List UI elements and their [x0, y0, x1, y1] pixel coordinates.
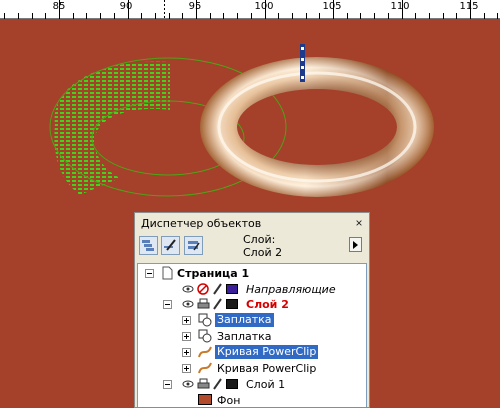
ruler-label-95: 95 — [188, 1, 202, 12]
layer1-label: Слой 1 — [246, 378, 286, 391]
docker-title: Диспетчер объектов — [141, 217, 262, 230]
pencil-icon[interactable] — [212, 298, 222, 310]
layers-properties-icon — [142, 240, 154, 251]
printer-icon[interactable] — [197, 378, 210, 390]
group-object-icon — [198, 329, 212, 343]
layer-manager-view-button[interactable] — [184, 236, 203, 255]
current-layer-name: Слой 2 — [243, 246, 283, 259]
expand-icon[interactable] — [182, 332, 191, 341]
tree-row-powerclip[interactable]: Кривая PowerClip — [138, 360, 366, 376]
tree-row-guides[interactable]: Направляющие — [138, 281, 366, 297]
guides-label: Направляющие — [246, 283, 336, 296]
background-color-swatch — [198, 394, 212, 405]
powerclip-label: Кривая PowerClip — [217, 362, 317, 375]
page-icon — [162, 266, 173, 280]
page-label: Страница 1 — [177, 267, 250, 280]
group-object-icon — [198, 313, 212, 327]
docker-menu-arrow-button[interactable] — [349, 237, 362, 252]
collapse-icon[interactable] — [163, 380, 172, 389]
horizontal-ruler[interactable]: 85 90 95 100 105 110 115 — [0, 0, 500, 19]
layer2-color-swatch — [226, 299, 238, 309]
copper-ring[interactable] — [200, 57, 434, 197]
ruler-label-85: 85 — [52, 1, 66, 12]
tree-row-patch-selected[interactable]: Заплатка — [138, 312, 366, 328]
expand-icon[interactable] — [182, 364, 191, 373]
powerclip-label-selected: Кривая PowerClip — [215, 345, 319, 359]
layer-view-icon — [188, 241, 200, 251]
object-tree: Страница 1 Направляющие Слой 2 Заплатка … — [137, 263, 367, 407]
patch-label-selected: Заплатка — [215, 313, 274, 327]
eye-icon[interactable] — [182, 285, 194, 293]
ruler-label-100: 100 — [254, 1, 274, 12]
collapse-icon[interactable] — [145, 269, 154, 278]
tree-row-powerclip-selected[interactable]: Кривая PowerClip — [138, 344, 366, 360]
object-manager-docker: Диспетчер объектов × Слой: Слой 2 Страни… — [134, 212, 370, 408]
show-properties-button[interactable] — [139, 236, 158, 255]
fill-handle[interactable] — [300, 44, 305, 82]
curve-icon — [198, 346, 212, 358]
tree-row-layer1[interactable]: Слой 1 — [138, 376, 366, 392]
current-layer-label: Слой: Слой 2 — [243, 233, 282, 259]
ruler-ticks — [4, 0, 498, 19]
printer-icon[interactable] — [197, 298, 210, 310]
eye-icon[interactable] — [182, 300, 194, 308]
expand-icon[interactable] — [182, 316, 191, 325]
collapse-icon[interactable] — [163, 300, 172, 309]
no-print-icon[interactable] — [197, 283, 209, 295]
guides-color-swatch — [226, 284, 238, 294]
layer2-label: Слой 2 — [246, 298, 289, 311]
curve-icon — [198, 362, 212, 374]
layer1-color-swatch — [226, 379, 238, 389]
tree-row-patch[interactable]: Заплатка — [138, 328, 366, 344]
background-label: Фон — [217, 394, 241, 407]
ruler-label-105: 105 — [322, 1, 342, 12]
ruler-label-90: 90 — [119, 1, 133, 12]
edit-across-layers-button[interactable] — [161, 236, 180, 255]
expand-icon[interactable] — [182, 348, 191, 357]
current-layer-caption: Слой: — [243, 233, 276, 246]
eye-icon[interactable] — [182, 380, 194, 388]
ruler-label-110: 110 — [390, 1, 410, 12]
pencil-icon — [164, 239, 176, 251]
ruler-label-115: 115 — [459, 1, 479, 12]
docker-toolbar: Слой: Слой 2 — [135, 233, 369, 263]
tree-row-background[interactable]: Фон — [138, 392, 366, 407]
close-icon[interactable]: × — [353, 217, 365, 229]
tree-row-page[interactable]: Страница 1 — [138, 265, 366, 281]
pencil-icon[interactable] — [212, 283, 222, 295]
pencil-icon[interactable] — [212, 378, 222, 390]
tree-row-layer2[interactable]: Слой 2 — [138, 296, 366, 312]
patch-label: Заплатка — [217, 330, 272, 343]
